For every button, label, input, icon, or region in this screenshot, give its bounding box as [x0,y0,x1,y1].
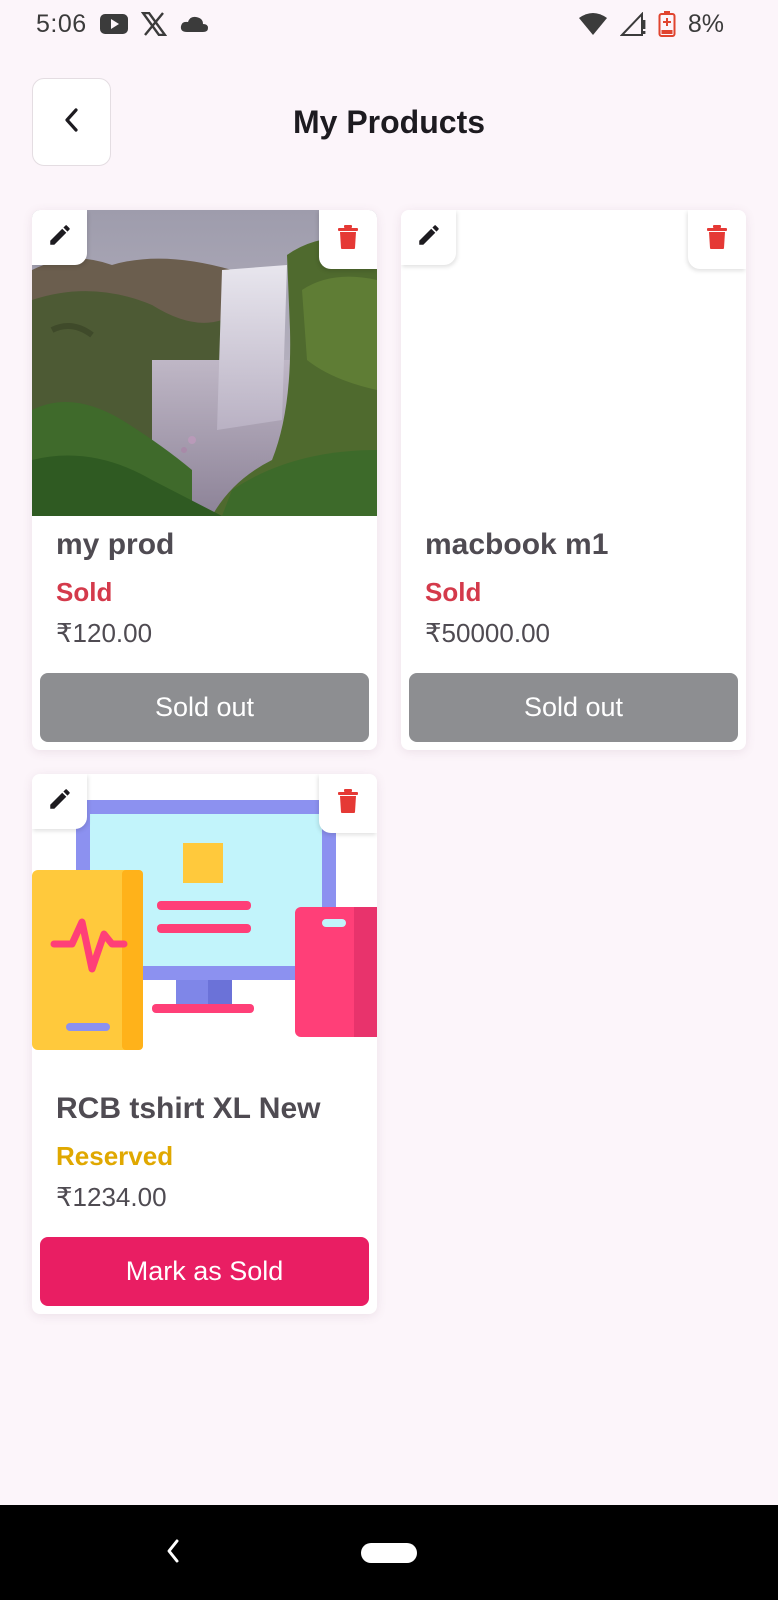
cloud-icon [179,13,209,35]
product-name: my prod [56,528,175,561]
page-title: My Products [292,103,486,140]
edit-button[interactable] [32,774,87,829]
delete-button[interactable] [688,210,746,269]
product-name: RCB tshirt XL New [56,1092,321,1125]
product-card[interactable]: my prod Sold ₹120.00 Sold out [32,210,377,750]
pencil-icon [416,222,442,253]
mark-as-sold-button[interactable]: Mark as Sold [40,1237,369,1306]
product-status: Sold [56,577,113,607]
edit-button[interactable] [32,210,87,265]
status-right: 8% [578,10,724,39]
youtube-icon [99,12,129,36]
pencil-icon [47,222,73,253]
edit-button[interactable] [401,210,456,265]
system-nav-bar [0,1505,778,1600]
delete-button[interactable] [319,210,377,269]
product-status: Reserved [56,1141,174,1171]
nav-back-button[interactable] [160,1535,186,1571]
cellular-signal-icon [619,12,646,36]
status-bar: 5:06 8% [0,0,778,48]
battery-percent: 8% [687,9,724,38]
status-left: 5:06 [36,10,209,39]
product-card[interactable]: RCB tshirt XL New Reserved ₹1234.00 Mark… [32,774,377,1314]
back-button[interactable] [32,78,111,166]
trash-icon [337,224,359,255]
product-status: Sold [425,577,482,607]
status-time: 5:06 [36,9,87,38]
nav-home-handle[interactable] [361,1543,417,1563]
sold-out-button[interactable]: Sold out [409,673,738,742]
product-price: ₹120.00 [56,618,153,648]
chevron-left-icon [60,106,84,139]
app-bar: My Products [0,78,778,166]
product-price: ₹1234.00 [56,1182,167,1212]
delete-button[interactable] [319,774,377,833]
x-logo-icon [140,12,167,36]
trash-icon [337,788,359,819]
wifi-icon [578,12,608,36]
trash-icon [706,224,728,255]
sold-out-button[interactable]: Sold out [40,673,369,742]
product-price: ₹50000.00 [425,618,550,648]
pencil-icon [47,786,73,817]
battery-low-icon [658,11,676,37]
product-name: macbook m1 [425,528,609,561]
product-card[interactable]: macbook m1 Sold ₹50000.00 Sold out [401,210,746,750]
nav-back-icon [164,1537,182,1570]
